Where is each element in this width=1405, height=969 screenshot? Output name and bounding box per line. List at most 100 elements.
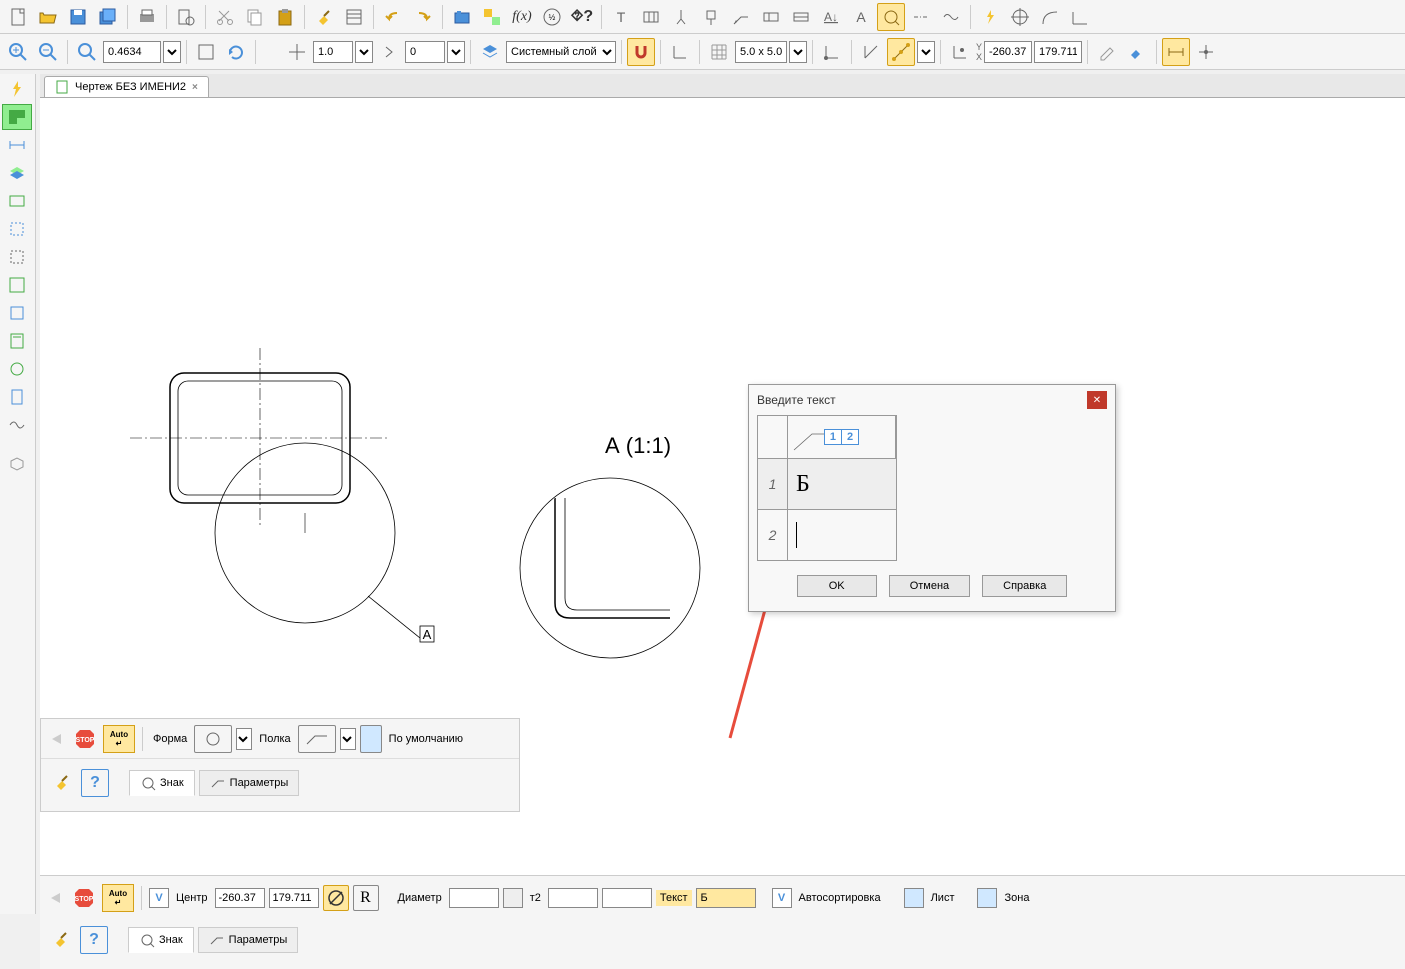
angle-button[interactable] <box>1066 3 1094 31</box>
insert-tool[interactable] <box>2 356 32 382</box>
save-all-button[interactable] <box>94 3 122 31</box>
zone-check[interactable] <box>977 888 997 908</box>
tolerance-button[interactable] <box>757 3 785 31</box>
fit-button[interactable] <box>192 38 220 66</box>
section-button[interactable] <box>787 3 815 31</box>
polka-shape-button[interactable] <box>298 725 336 753</box>
wave-button[interactable] <box>937 3 965 31</box>
coord-button[interactable] <box>946 38 974 66</box>
row1-val[interactable]: Б <box>788 459 896 509</box>
tab-close-button[interactable]: × <box>192 82 198 93</box>
properties-button[interactable] <box>340 3 368 31</box>
row2-val[interactable] <box>788 510 896 560</box>
format-brush-button[interactable] <box>310 3 338 31</box>
autosort-check[interactable]: V <box>772 888 792 908</box>
brush2-button[interactable] <box>49 769 77 797</box>
auto-button-2[interactable]: Auto↵ <box>102 884 134 912</box>
grid-dropdown[interactable] <box>789 41 807 63</box>
document-tab[interactable]: Чертеж БЕЗ ИМЕНИ2 × <box>44 76 209 97</box>
measure-button[interactable] <box>857 38 885 66</box>
tab-2[interactable]: 2 <box>842 430 858 444</box>
select-tool[interactable] <box>2 272 32 298</box>
tab-params-2[interactable]: Параметры <box>198 927 299 953</box>
step-back-button[interactable] <box>375 38 403 66</box>
preview-button[interactable] <box>172 3 200 31</box>
text-tool-button[interactable]: T <box>607 3 635 31</box>
redo-button[interactable] <box>409 3 437 31</box>
help2-button[interactable]: ? <box>81 769 109 797</box>
layers-tool[interactable] <box>2 160 32 186</box>
detail-view-button[interactable] <box>877 3 905 31</box>
grid-button[interactable] <box>705 38 733 66</box>
lightning-tool[interactable] <box>2 76 32 102</box>
text-input[interactable] <box>696 888 756 908</box>
roughness-button[interactable] <box>697 3 725 31</box>
ortho-button[interactable] <box>666 38 694 66</box>
forma-dropdown[interactable] <box>236 728 252 750</box>
step-dropdown[interactable] <box>447 41 465 63</box>
coord-x-input[interactable] <box>984 41 1032 63</box>
view3d-tool[interactable] <box>2 450 32 476</box>
dim-tool-button[interactable] <box>1162 38 1190 66</box>
zoom-out-button[interactable] <box>34 38 62 66</box>
spline-tool[interactable] <box>2 412 32 438</box>
dimension-tool[interactable] <box>2 132 32 158</box>
edit-button[interactable] <box>1093 38 1121 66</box>
edit-tool[interactable] <box>2 188 32 214</box>
open-file-button[interactable] <box>34 3 62 31</box>
forma-shape-button[interactable] <box>194 725 232 753</box>
cursor-cross-button[interactable] <box>283 38 311 66</box>
t2-check[interactable] <box>503 888 523 908</box>
ok-button[interactable]: OK <box>797 575 877 597</box>
dialog-close-button[interactable]: ✕ <box>1087 391 1107 409</box>
tab-params[interactable]: Параметры <box>199 770 300 796</box>
drawing-canvas[interactable]: A А (1:1) <box>40 98 1405 969</box>
stop-button-2[interactable]: STOP <box>70 884 98 912</box>
table-tool-button[interactable] <box>637 3 665 31</box>
param-tool[interactable] <box>2 216 32 242</box>
default-toggle[interactable] <box>360 725 382 753</box>
cut-button[interactable] <box>211 3 239 31</box>
brush3-button[interactable] <box>48 926 76 954</box>
datum-button[interactable] <box>667 3 695 31</box>
save-button[interactable] <box>64 3 92 31</box>
letter-button[interactable]: A <box>847 3 875 31</box>
copy-button[interactable] <box>241 3 269 31</box>
lcs-button[interactable] <box>818 38 846 66</box>
layer-select[interactable]: Системный слой (0) <box>506 41 616 63</box>
library-button[interactable] <box>448 3 476 31</box>
zoom-scale-button[interactable] <box>73 38 101 66</box>
spec-tool[interactable] <box>2 300 32 326</box>
scale-dropdown[interactable] <box>355 41 373 63</box>
undo-button[interactable] <box>379 3 407 31</box>
zoom-dropdown[interactable] <box>163 41 181 63</box>
radius-button[interactable]: R <box>353 885 379 911</box>
scale-input[interactable] <box>313 41 353 63</box>
geometry-tool[interactable] <box>2 104 32 130</box>
zoom-in-button[interactable] <box>4 38 32 66</box>
center-y-input[interactable] <box>269 888 319 908</box>
diameter-input[interactable] <box>449 888 499 908</box>
doc-tool[interactable] <box>2 384 32 410</box>
step-input[interactable] <box>405 41 445 63</box>
manager-button[interactable] <box>478 3 506 31</box>
diameter-icon-button[interactable] <box>323 885 349 911</box>
curve-button[interactable] <box>1036 3 1064 31</box>
lightning-button[interactable] <box>976 3 1004 31</box>
new-file-button[interactable] <box>4 3 32 31</box>
refresh-button[interactable] <box>222 38 250 66</box>
zoom-value-input[interactable] <box>103 41 161 63</box>
t2-x-input[interactable] <box>548 888 598 908</box>
tab-znak[interactable]: Знак <box>129 770 195 796</box>
help3-button[interactable]: ? <box>80 926 108 954</box>
print-button[interactable] <box>133 3 161 31</box>
variables-button[interactable]: f(x) <box>508 3 536 31</box>
snap-points-button[interactable] <box>887 38 915 66</box>
help-button[interactable]: Справка <box>982 575 1067 597</box>
snap-dropdown[interactable] <box>917 41 935 63</box>
auto-button[interactable]: Auto↵ <box>103 725 135 753</box>
layers-button[interactable] <box>476 38 504 66</box>
t2-y-input[interactable] <box>602 888 652 908</box>
stop-button[interactable]: STOP <box>71 725 99 753</box>
polka-dropdown[interactable] <box>340 728 356 750</box>
